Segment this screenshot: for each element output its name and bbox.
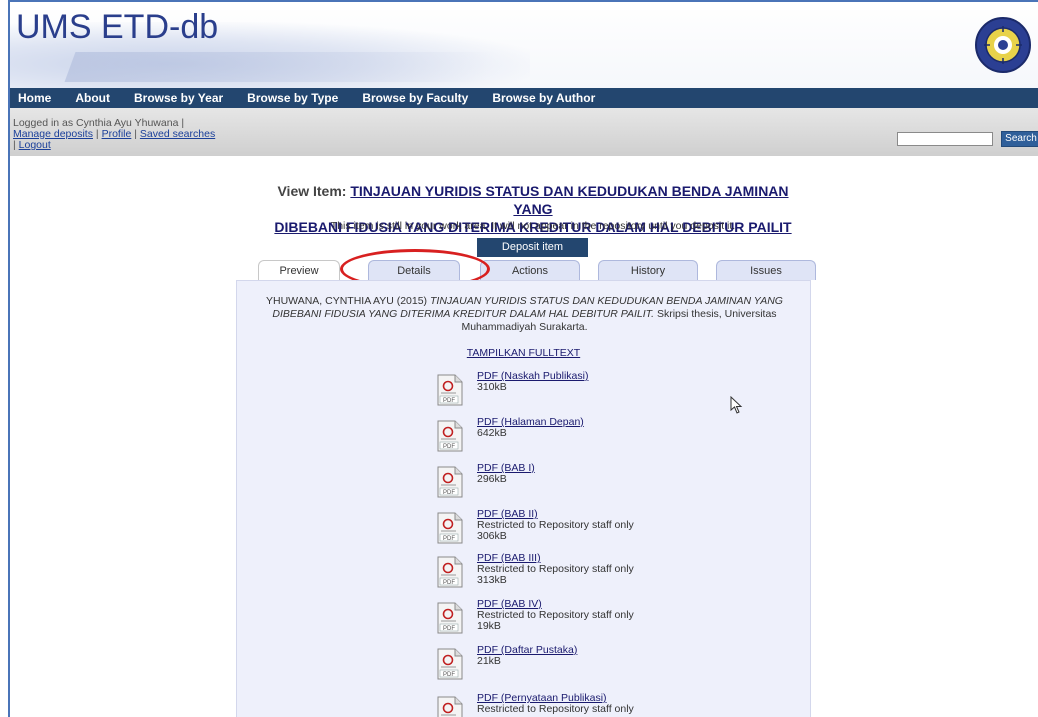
pdf-icon[interactable]: PDF [437, 512, 463, 544]
document-item: PDF PDF (BAB II) Restricted to Repositor… [437, 509, 697, 553]
pdf-icon-label: PDF [443, 444, 455, 450]
pdf-icon-label: PDF [443, 490, 455, 496]
document-size: 642kB [477, 427, 507, 439]
main-nav: Home About Browse by Year Browse by Type… [10, 88, 1038, 108]
saved-searches-link[interactable]: Saved searches [140, 128, 215, 140]
pdf-icon-label: PDF [443, 626, 455, 632]
search-input[interactable] [897, 132, 993, 146]
document-size: 306kB [477, 530, 507, 542]
document-item: PDF PDF (Daftar Pustaka) 21kB [437, 645, 697, 689]
document-item: PDF PDF (Pernyataan Publikasi) Restricte… [437, 693, 697, 717]
site-title[interactable]: UMS ETD-db [16, 8, 218, 47]
tab-issues[interactable]: Issues [716, 260, 816, 280]
document-restriction: Restricted to Repository staff only [477, 703, 634, 715]
tab-actions[interactable]: Actions [480, 260, 580, 280]
banner-decoration-stripe [64, 52, 496, 82]
nav-browse-by-author[interactable]: Browse by Author [480, 91, 607, 105]
pdf-icon[interactable]: PDF [437, 696, 463, 717]
tab-details[interactable]: Details [368, 260, 460, 280]
document-info: PDF (BAB IV) Restricted to Repository st… [477, 599, 634, 632]
document-item: PDF PDF (BAB I) 296kB [437, 463, 697, 507]
document-info: PDF (BAB III) Restricted to Repository s… [477, 553, 634, 586]
search-button[interactable]: Search [1001, 131, 1038, 147]
item-title-line1[interactable]: TINJAUAN YURIDIS STATUS DAN KEDUDUKAN BE… [350, 183, 788, 217]
document-size: 296kB [477, 473, 507, 485]
citation: YHUWANA, CYNTHIA AYU (2015) TINJAUAN YUR… [247, 295, 802, 334]
document-info: PDF (Halaman Depan) 642kB [477, 417, 584, 439]
item-tabs: Preview Details Actions History Issues [244, 260, 816, 281]
preview-panel: YHUWANA, CYNTHIA AYU (2015) TINJAUAN YUR… [236, 280, 811, 717]
tab-preview[interactable]: Preview [258, 260, 340, 281]
browser-frame: UMS ETD-db Home About Browse by Year Bro… [8, 0, 1038, 717]
pdf-icon-label: PDF [443, 398, 455, 404]
document-size: 21kB [477, 655, 501, 667]
document-size: 313kB [477, 574, 507, 586]
logout-link[interactable]: Logout [19, 139, 51, 151]
tab-history[interactable]: History [598, 260, 698, 280]
pdf-icon[interactable]: PDF [437, 374, 463, 406]
pdf-icon[interactable]: PDF [437, 648, 463, 680]
pdf-icon[interactable]: PDF [437, 556, 463, 588]
pdf-icon-label: PDF [443, 536, 455, 542]
document-info: PDF (BAB I) 296kB [477, 463, 535, 485]
document-item: PDF PDF (BAB IV) Restricted to Repositor… [437, 599, 697, 643]
profile-link[interactable]: Profile [102, 128, 132, 140]
site-banner: UMS ETD-db [10, 2, 1038, 88]
mouse-cursor-icon [730, 396, 743, 414]
document-item: PDF PDF (Halaman Depan) 642kB [437, 417, 697, 461]
user-info: Logged in as Cynthia Ayu Yhuwana | Manag… [13, 118, 215, 151]
document-info: PDF (BAB II) Restricted to Repository st… [477, 509, 634, 542]
user-bar: Logged in as Cynthia Ayu Yhuwana | Manag… [10, 108, 1038, 156]
pdf-icon[interactable]: PDF [437, 602, 463, 634]
document-info: PDF (Daftar Pustaka) 21kB [477, 645, 577, 667]
separator: | [134, 128, 137, 140]
show-fulltext-link[interactable]: TAMPILKAN FULLTEXT [237, 347, 810, 359]
pdf-icon-label: PDF [443, 580, 455, 586]
citation-author: YHUWANA, CYNTHIA AYU (2015) [266, 295, 428, 307]
document-info: PDF (Naskah Publikasi) 310kB [477, 371, 588, 393]
nav-home[interactable]: Home [10, 91, 63, 105]
document-size: 19kB [477, 620, 501, 632]
separator: | [13, 139, 16, 151]
workarea-note: This item is still in your work area. It… [330, 220, 736, 232]
pdf-icon-label: PDF [443, 672, 455, 678]
view-item-label: View Item: [277, 183, 347, 199]
document-item: PDF PDF (BAB III) Restricted to Reposito… [437, 553, 697, 597]
document-info: PDF (Pernyataan Publikasi) Restricted to… [477, 693, 634, 715]
separator: | [95, 128, 99, 140]
pdf-icon[interactable]: PDF [437, 420, 463, 452]
pdf-icon[interactable]: PDF [437, 466, 463, 498]
document-item: PDF PDF (Naskah Publikasi) 310kB [437, 371, 697, 415]
nav-browse-by-faculty[interactable]: Browse by Faculty [350, 91, 480, 105]
nav-browse-by-type[interactable]: Browse by Type [235, 91, 350, 105]
document-size: 310kB [477, 381, 507, 393]
nav-about[interactable]: About [63, 91, 122, 105]
university-logo-icon [975, 17, 1031, 73]
deposit-item-button[interactable]: Deposit item [477, 238, 588, 257]
main-content: View Item: TINJAUAN YURIDIS STATUS DAN K… [10, 156, 1038, 717]
nav-browse-by-year[interactable]: Browse by Year [122, 91, 235, 105]
